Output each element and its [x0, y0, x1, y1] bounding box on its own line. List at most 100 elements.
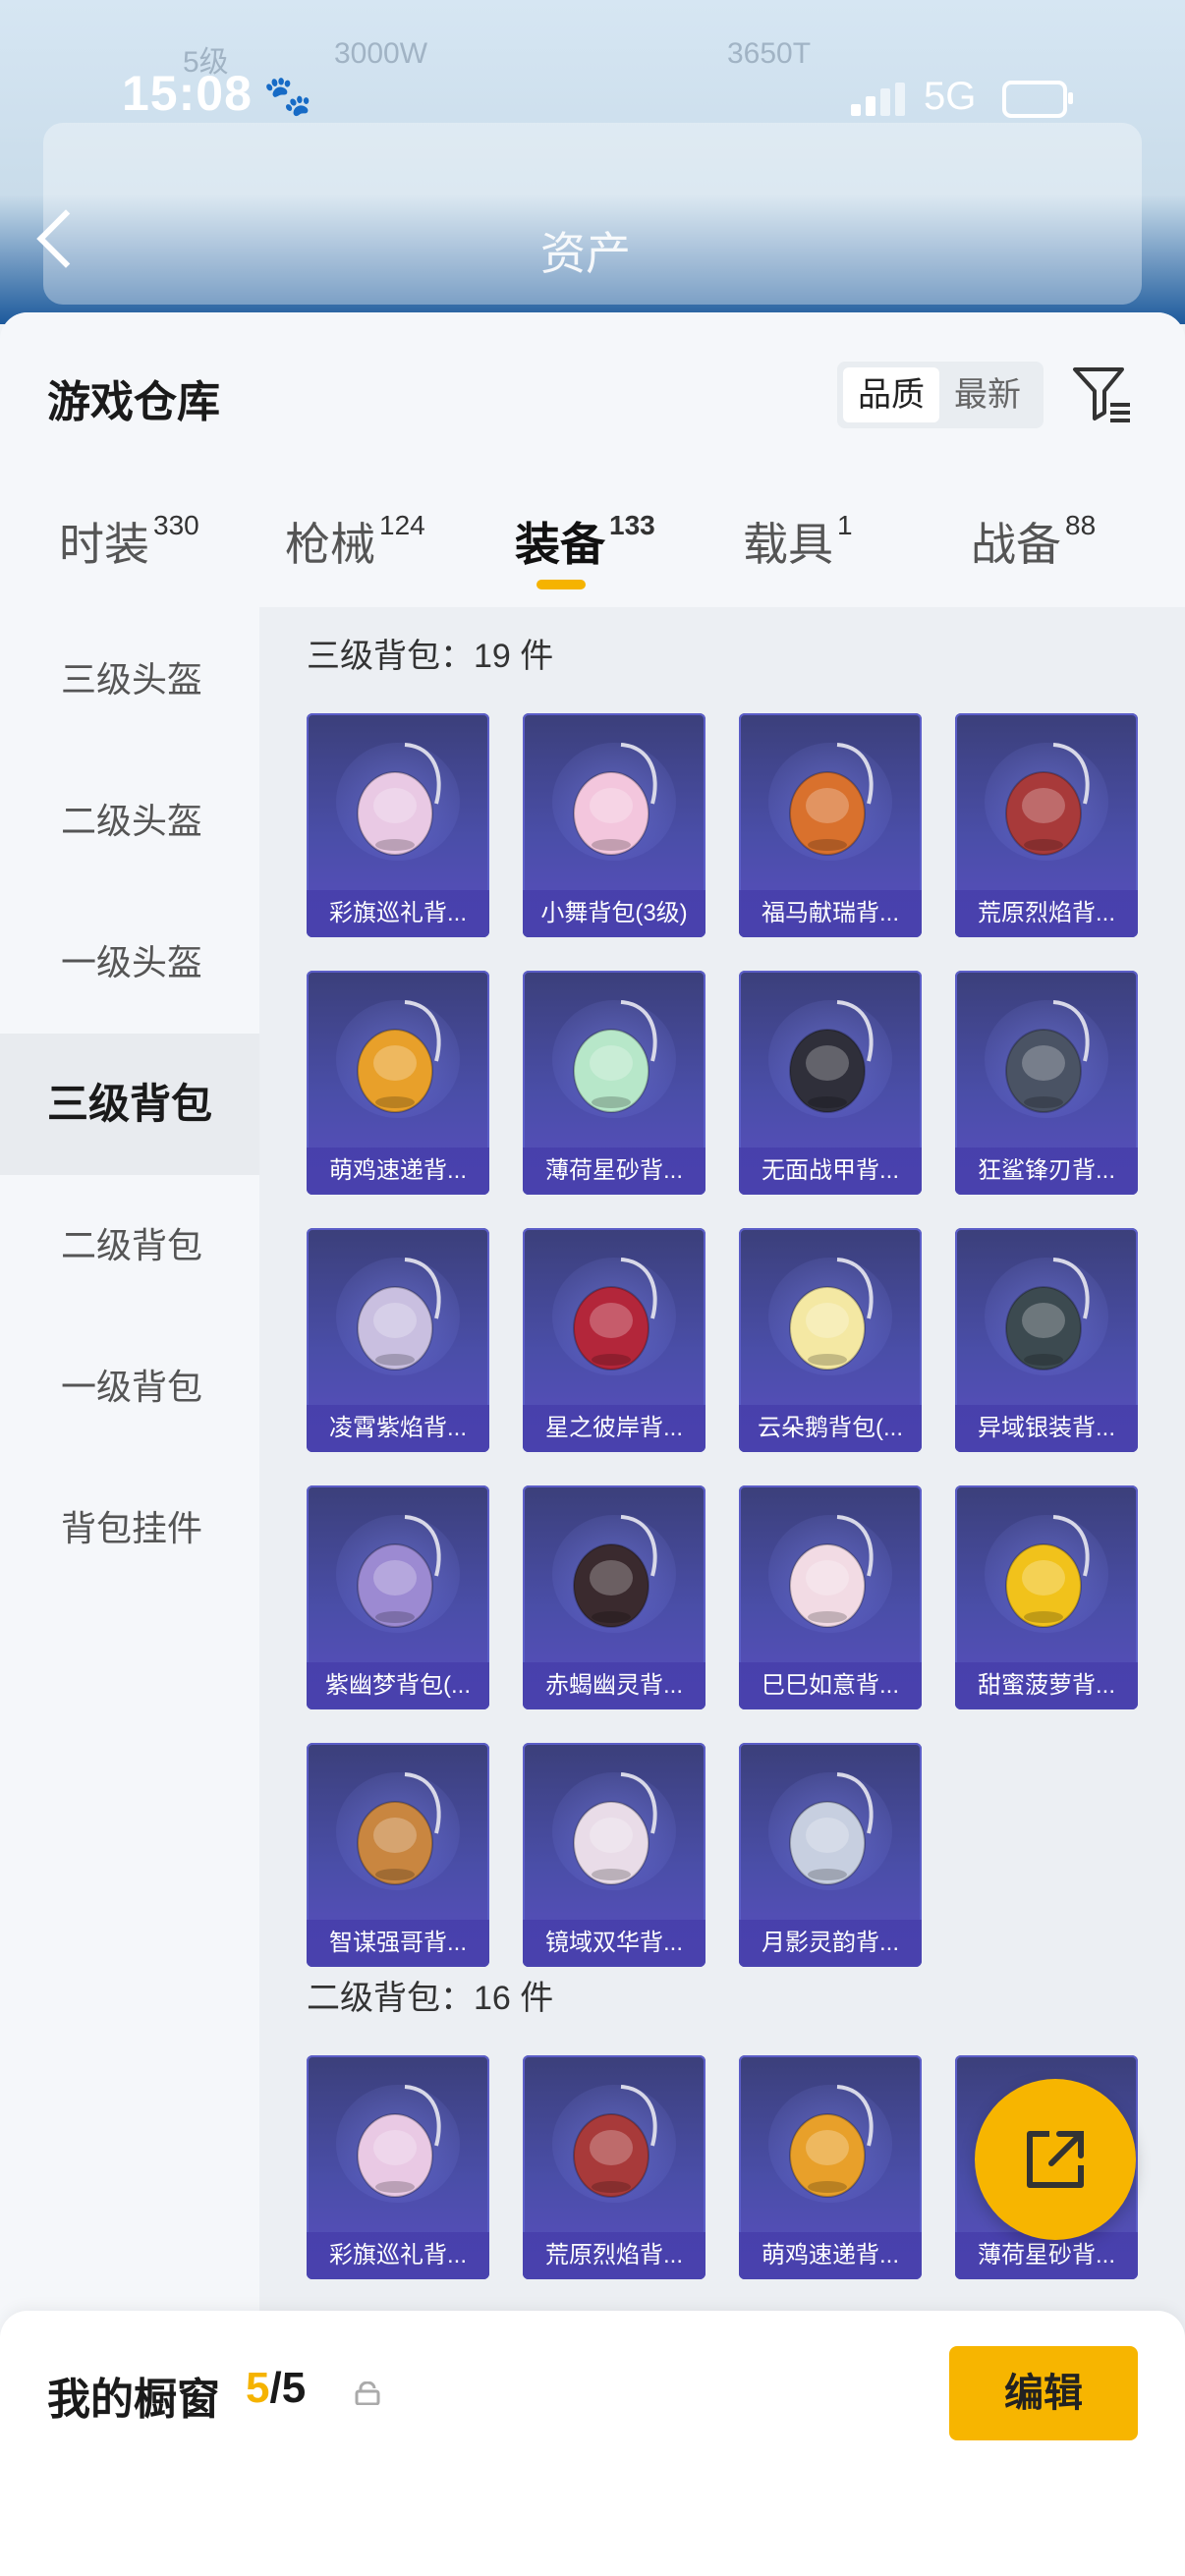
- purple-bunny-backpack-icon: [357, 1515, 441, 1628]
- battery-icon: [1002, 81, 1073, 118]
- network-type: 5G: [924, 75, 977, 118]
- item-name: 荒原烈焰背...: [523, 2232, 705, 2279]
- warehouse-title: 游戏仓库: [47, 378, 220, 426]
- tab-equipment[interactable]: 装备 133: [515, 509, 655, 574]
- astronaut-backpack-icon: [573, 1258, 657, 1371]
- item-name: 小舞背包(3级): [523, 890, 705, 937]
- item-card[interactable]: 星之彼岸背...: [523, 1228, 705, 1452]
- tab-vehicles[interactable]: 载具 1: [743, 509, 853, 574]
- sort-quality-button[interactable]: 品质: [843, 367, 939, 422]
- item-name: 福马献瑞背...: [739, 890, 922, 937]
- item-name: 无面战甲背...: [739, 1148, 922, 1195]
- category-sidebar: 三级头盔 二级头盔 一级头盔 三级背包 二级背包 一级背包 背包挂件: [0, 607, 259, 2572]
- lock-icon: [355, 2381, 380, 2405]
- sidebar-item-level1-helmet[interactable]: 一级头盔: [0, 892, 259, 1034]
- sidebar-item-backpack-pendant[interactable]: 背包挂件: [0, 1458, 259, 1599]
- sidebar-item-level2-helmet[interactable]: 二级头盔: [0, 751, 259, 892]
- item-card[interactable]: 狂鲨锋刃背...: [955, 971, 1138, 1195]
- scorpion-backpack-icon: [573, 1515, 657, 1628]
- item-name: 星之彼岸背...: [523, 1405, 705, 1452]
- paw-icon: 🐾: [263, 75, 312, 118]
- item-card[interactable]: 巳巳如意背...: [739, 1485, 922, 1709]
- pink-bunny-backpack-icon: [573, 743, 657, 856]
- item-name: 甜蜜菠萝背...: [955, 1662, 1138, 1709]
- item-card[interactable]: 云朵鹅背包(...: [739, 1228, 922, 1452]
- item-name: 云朵鹅背包(...: [739, 1405, 922, 1452]
- moon-backpack-icon: [789, 1772, 874, 1885]
- item-card[interactable]: 凌霄紫焰背...: [307, 1228, 489, 1452]
- item-card[interactable]: 小舞背包(3级): [523, 713, 705, 937]
- tab-supplies[interactable]: 战备 88: [971, 509, 1096, 574]
- filter-icon[interactable]: [1071, 364, 1134, 426]
- tab-fashion[interactable]: 时装 330: [59, 509, 199, 574]
- warehouse-sheet: 游戏仓库 品质 最新 时装 330 枪械 124 装备 133 载具 1 战备 88 三级…: [0, 312, 1185, 2576]
- item-name: 智谋强哥背...: [307, 1920, 489, 1967]
- item-name: 薄荷星砂背...: [523, 1148, 705, 1195]
- mask-backpack-icon: [789, 1000, 874, 1113]
- tactical-backpack-icon: [1005, 1258, 1090, 1371]
- section-title: 三级背包：19 件: [307, 638, 554, 675]
- item-card[interactable]: 智谋强哥背...: [307, 1743, 489, 1967]
- category-tabs: 时装 330 枪械 124 装备 133 载具 1 战备 88: [0, 509, 1185, 607]
- bear-backpack-icon: [357, 1772, 441, 1885]
- sidebar-item-level1-backpack[interactable]: 一级背包: [0, 1316, 259, 1458]
- item-card[interactable]: 荒原烈焰背...: [955, 713, 1138, 937]
- horse-backpack-icon: [789, 743, 874, 856]
- page-title: 资产: [540, 228, 631, 279]
- showcase-bar: 我的橱窗 5/5 编辑: [0, 2311, 1185, 2576]
- pineapple-backpack-icon: [1005, 1515, 1090, 1628]
- item-card[interactable]: 镜域双华背...: [523, 1743, 705, 1967]
- item-card[interactable]: 彩旗巡礼背...: [307, 713, 489, 937]
- edit-button[interactable]: 编辑: [949, 2346, 1138, 2440]
- item-name: 紫幽梦背包(...: [307, 1662, 489, 1709]
- item-card[interactable]: 赤蝎幽灵背...: [523, 1485, 705, 1709]
- item-card[interactable]: 福马献瑞背...: [739, 713, 922, 937]
- chick-backpack-icon: [789, 2085, 874, 2198]
- item-name: 凌霄紫焰背...: [307, 1405, 489, 1452]
- sort-newest-button[interactable]: 最新: [939, 367, 1036, 422]
- sidebar-item-level3-backpack[interactable]: 三级背包: [0, 1034, 259, 1175]
- item-name: 狂鲨锋刃背...: [955, 1148, 1138, 1195]
- item-name: 巳巳如意背...: [739, 1662, 922, 1709]
- snake-backpack-icon: [789, 1515, 874, 1628]
- sidebar-item-level2-backpack[interactable]: 二级背包: [0, 1175, 259, 1316]
- active-tab-indicator: [536, 580, 586, 589]
- mint-backpack-icon: [573, 1000, 657, 1113]
- item-grid-area: 三级背包：19 件 二级背包：16 件 彩旗巡礼背... 小舞背包(3级) 福马献瑞…: [259, 607, 1185, 2572]
- chick-backpack-icon: [357, 1000, 441, 1113]
- item-card[interactable]: 甜蜜菠萝背...: [955, 1485, 1138, 1709]
- item-card[interactable]: 异域银装背...: [955, 1228, 1138, 1452]
- item-card[interactable]: 月影灵韵背...: [739, 1743, 922, 1967]
- section-title: 二级背包：16 件: [307, 1980, 554, 2017]
- item-name: 萌鸡速递背...: [739, 2232, 922, 2279]
- goose-backpack-icon: [789, 1258, 874, 1371]
- item-card[interactable]: 萌鸡速递背...: [307, 971, 489, 1195]
- item-name: 异域银装背...: [955, 1405, 1138, 1452]
- item-card[interactable]: 薄荷星砂背...: [523, 971, 705, 1195]
- shark-backpack-icon: [1005, 1000, 1090, 1113]
- item-name: 萌鸡速递背...: [307, 1148, 489, 1195]
- signal-icon: [851, 83, 910, 116]
- share-button[interactable]: [975, 2079, 1136, 2240]
- item-card[interactable]: 紫幽梦背包(...: [307, 1485, 489, 1709]
- item-card[interactable]: 彩旗巡礼背...: [307, 2055, 489, 2279]
- item-card[interactable]: 荒原烈焰背...: [523, 2055, 705, 2279]
- item-name: 赤蝎幽灵背...: [523, 1662, 705, 1709]
- floral-backpack-icon: [573, 1772, 657, 1885]
- sidebar-item-level3-helmet[interactable]: 三级头盔: [0, 609, 259, 751]
- item-card[interactable]: 无面战甲背...: [739, 971, 922, 1195]
- armor-backpack-icon: [1005, 743, 1090, 856]
- showcase-count: 5/5: [246, 2364, 307, 2412]
- bunny-backpack-icon: [357, 743, 441, 856]
- status-bar: 15:08 🐾 5G: [0, 59, 1185, 138]
- item-name: 镜域双华背...: [523, 1920, 705, 1967]
- bunny-backpack-icon: [357, 2085, 441, 2198]
- item-card[interactable]: 萌鸡速递背...: [739, 2055, 922, 2279]
- crest-backpack-icon: [357, 1258, 441, 1371]
- armor-backpack-icon: [573, 2085, 657, 2198]
- item-name: 荒原烈焰背...: [955, 890, 1138, 937]
- item-name: 彩旗巡礼背...: [307, 2232, 489, 2279]
- showcase-title: 我的橱窗: [47, 2376, 220, 2424]
- item-name: 月影灵韵背...: [739, 1920, 922, 1967]
- tab-firearms[interactable]: 枪械 124: [285, 509, 425, 574]
